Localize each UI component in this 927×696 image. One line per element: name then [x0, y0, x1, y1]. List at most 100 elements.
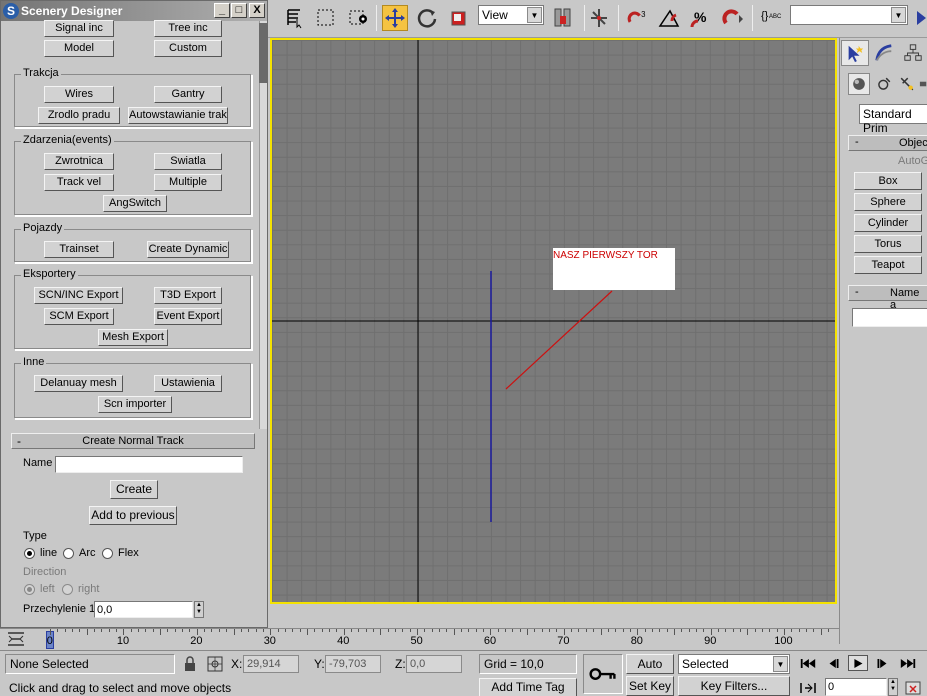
key-mode-icon[interactable]	[583, 654, 623, 694]
modify-tab-icon[interactable]	[870, 40, 898, 66]
swiatla-button[interactable]: Swiatla	[154, 153, 222, 170]
add-to-previous-button[interactable]: Add to previous	[89, 506, 177, 525]
time-slider-toggle-icon[interactable]	[6, 631, 26, 647]
pivot-center-icon[interactable]	[550, 5, 576, 31]
timeline-tick-label: 0	[46, 635, 53, 647]
name-input[interactable]	[55, 456, 243, 473]
timeline-tick	[101, 629, 103, 632]
signal-inc-button[interactable]: Signal inc	[44, 20, 114, 37]
mesh-export-button[interactable]: Mesh Export	[98, 329, 168, 346]
svg-text:3: 3	[641, 10, 646, 19]
window-crossing-icon[interactable]	[346, 5, 372, 31]
minimize-button[interactable]: _	[214, 3, 230, 18]
angswitch-button[interactable]: AngSwitch	[103, 195, 167, 212]
spinner-snap-icon[interactable]	[720, 5, 746, 31]
select-by-name-icon[interactable]	[282, 5, 308, 31]
type-radio-line[interactable]	[24, 548, 35, 559]
select-and-scale-icon[interactable]	[446, 5, 472, 31]
event-export-button[interactable]: Event Export	[154, 308, 222, 325]
type-radio-flex[interactable]	[102, 548, 113, 559]
angle-snap-icon[interactable]	[656, 5, 682, 31]
sphere-button[interactable]: Sphere	[854, 193, 922, 211]
gantry-button[interactable]: Gantry	[154, 86, 222, 103]
hierarchy-tab-icon[interactable]	[899, 40, 927, 66]
direction-radio-left[interactable]	[24, 584, 35, 595]
current-frame-spinner[interactable]: ▲ ▼	[888, 678, 898, 696]
object-category-select[interactable]: Standard Prim	[859, 104, 927, 135]
go-to-end-icon[interactable]	[898, 655, 918, 671]
autowstawianie-trakcji-button[interactable]: Autowstawianie trakc	[128, 107, 228, 124]
lock-icon[interactable]	[183, 656, 197, 672]
shapes-icon[interactable]	[873, 73, 895, 95]
direction-radio-right[interactable]	[62, 584, 73, 595]
type-radio-arc[interactable]	[63, 548, 74, 559]
wires-button[interactable]: Wires	[44, 86, 114, 103]
y-coord-field[interactable]: -79,703	[325, 655, 381, 673]
timeline-ruler[interactable]: 0 10 20 30 40 50 60 70 80 90 100	[0, 628, 839, 650]
tree-inc-button[interactable]: Tree inc	[154, 20, 222, 37]
rollout-header-create-normal-track[interactable]: - Create Normal Track	[11, 433, 255, 449]
create-tab-icon[interactable]	[841, 40, 869, 66]
zwrotnica-button[interactable]: Zwrotnica	[44, 153, 114, 170]
timeline-tick	[600, 629, 602, 635]
reference-coordinate-select[interactable]: View ▼	[478, 5, 544, 25]
z-coord-field[interactable]: 0,0	[406, 655, 462, 673]
x-coord-field[interactable]: 29,914	[243, 655, 299, 673]
key-filters-button[interactable]: Key Filters...	[678, 676, 790, 696]
previous-frame-icon[interactable]	[824, 655, 844, 671]
ustawienia-button[interactable]: Ustawienia	[154, 375, 222, 392]
select-region-icon[interactable]	[313, 5, 339, 31]
cameras-icon[interactable]	[919, 73, 927, 95]
select-and-move-icon[interactable]	[382, 5, 408, 31]
scn-inc-export-button[interactable]: SCN/INC Export	[34, 287, 123, 304]
chevron-down-icon: ▼	[891, 7, 906, 23]
scm-export-button[interactable]: SCM Export	[44, 308, 114, 325]
multiple-button[interactable]: Multiple	[154, 174, 222, 191]
mirror-icon[interactable]	[914, 5, 927, 31]
close-button[interactable]: X	[249, 3, 265, 18]
model-button[interactable]: Model	[44, 40, 114, 57]
time-configuration-icon[interactable]	[904, 680, 922, 696]
next-frame-icon[interactable]	[872, 655, 892, 671]
delanuay-mesh-button[interactable]: Delanuay mesh	[34, 375, 123, 392]
scn-importer-button[interactable]: Scn importer	[98, 396, 172, 413]
set-key-button[interactable]: Set Key	[626, 676, 674, 696]
select-and-rotate-icon[interactable]	[414, 5, 440, 31]
torus-button[interactable]: Torus	[854, 235, 922, 253]
cylinder-button[interactable]: Cylinder	[854, 214, 922, 232]
timeline-tick	[372, 629, 374, 632]
timeline-tick	[240, 629, 242, 632]
viewport-top[interactable]: NASZ PIERWSZY TOR	[270, 38, 837, 604]
custom-button[interactable]: Custom	[154, 40, 222, 57]
absolute-mode-icon[interactable]	[206, 655, 224, 673]
key-mode-toggle-icon[interactable]	[798, 680, 818, 696]
current-frame-input[interactable]	[825, 678, 887, 696]
create-button[interactable]: Create	[110, 480, 158, 499]
tilt-spinner[interactable]: ▲ ▼	[194, 601, 204, 618]
key-selection-select[interactable]: Selected ▼	[678, 654, 790, 674]
name-color-rollout-header[interactable]: - Name a	[848, 285, 927, 311]
go-to-start-icon[interactable]	[798, 655, 818, 671]
teapot-button[interactable]: Teapot	[854, 256, 922, 274]
add-time-tag-button[interactable]: Add Time Tag	[479, 678, 577, 696]
auto-key-button[interactable]: Auto Key	[626, 654, 674, 689]
object-name-input[interactable]	[852, 308, 927, 327]
t3d-export-button[interactable]: T3D Export	[154, 287, 222, 304]
play-icon[interactable]	[848, 655, 868, 671]
create-dynamic-button[interactable]: Create Dynamic	[147, 241, 229, 258]
lights-icon[interactable]	[896, 73, 918, 95]
tilt-input[interactable]	[94, 601, 193, 618]
track-vel-button[interactable]: Track vel	[44, 174, 114, 191]
edit-named-selection-icon[interactable]: {} ABC	[758, 5, 784, 31]
geometry-icon[interactable]	[848, 73, 870, 95]
maximize-button[interactable]: □	[231, 3, 247, 18]
named-selection-set-select[interactable]: ▼	[790, 5, 908, 25]
percent-snap-icon[interactable]: %	[688, 5, 714, 31]
select-and-manipulate-icon[interactable]	[586, 5, 612, 31]
snap-toggle-icon[interactable]: 3	[624, 5, 652, 31]
panel-scrollbar-thumb[interactable]	[259, 23, 267, 83]
object-type-rollout-header[interactable]: - Objec	[848, 135, 927, 151]
box-button[interactable]: Box	[854, 172, 922, 190]
zrodlo-pradu-button[interactable]: Zrodlo pradu	[38, 107, 120, 124]
trainset-button[interactable]: Trainset	[44, 241, 114, 258]
